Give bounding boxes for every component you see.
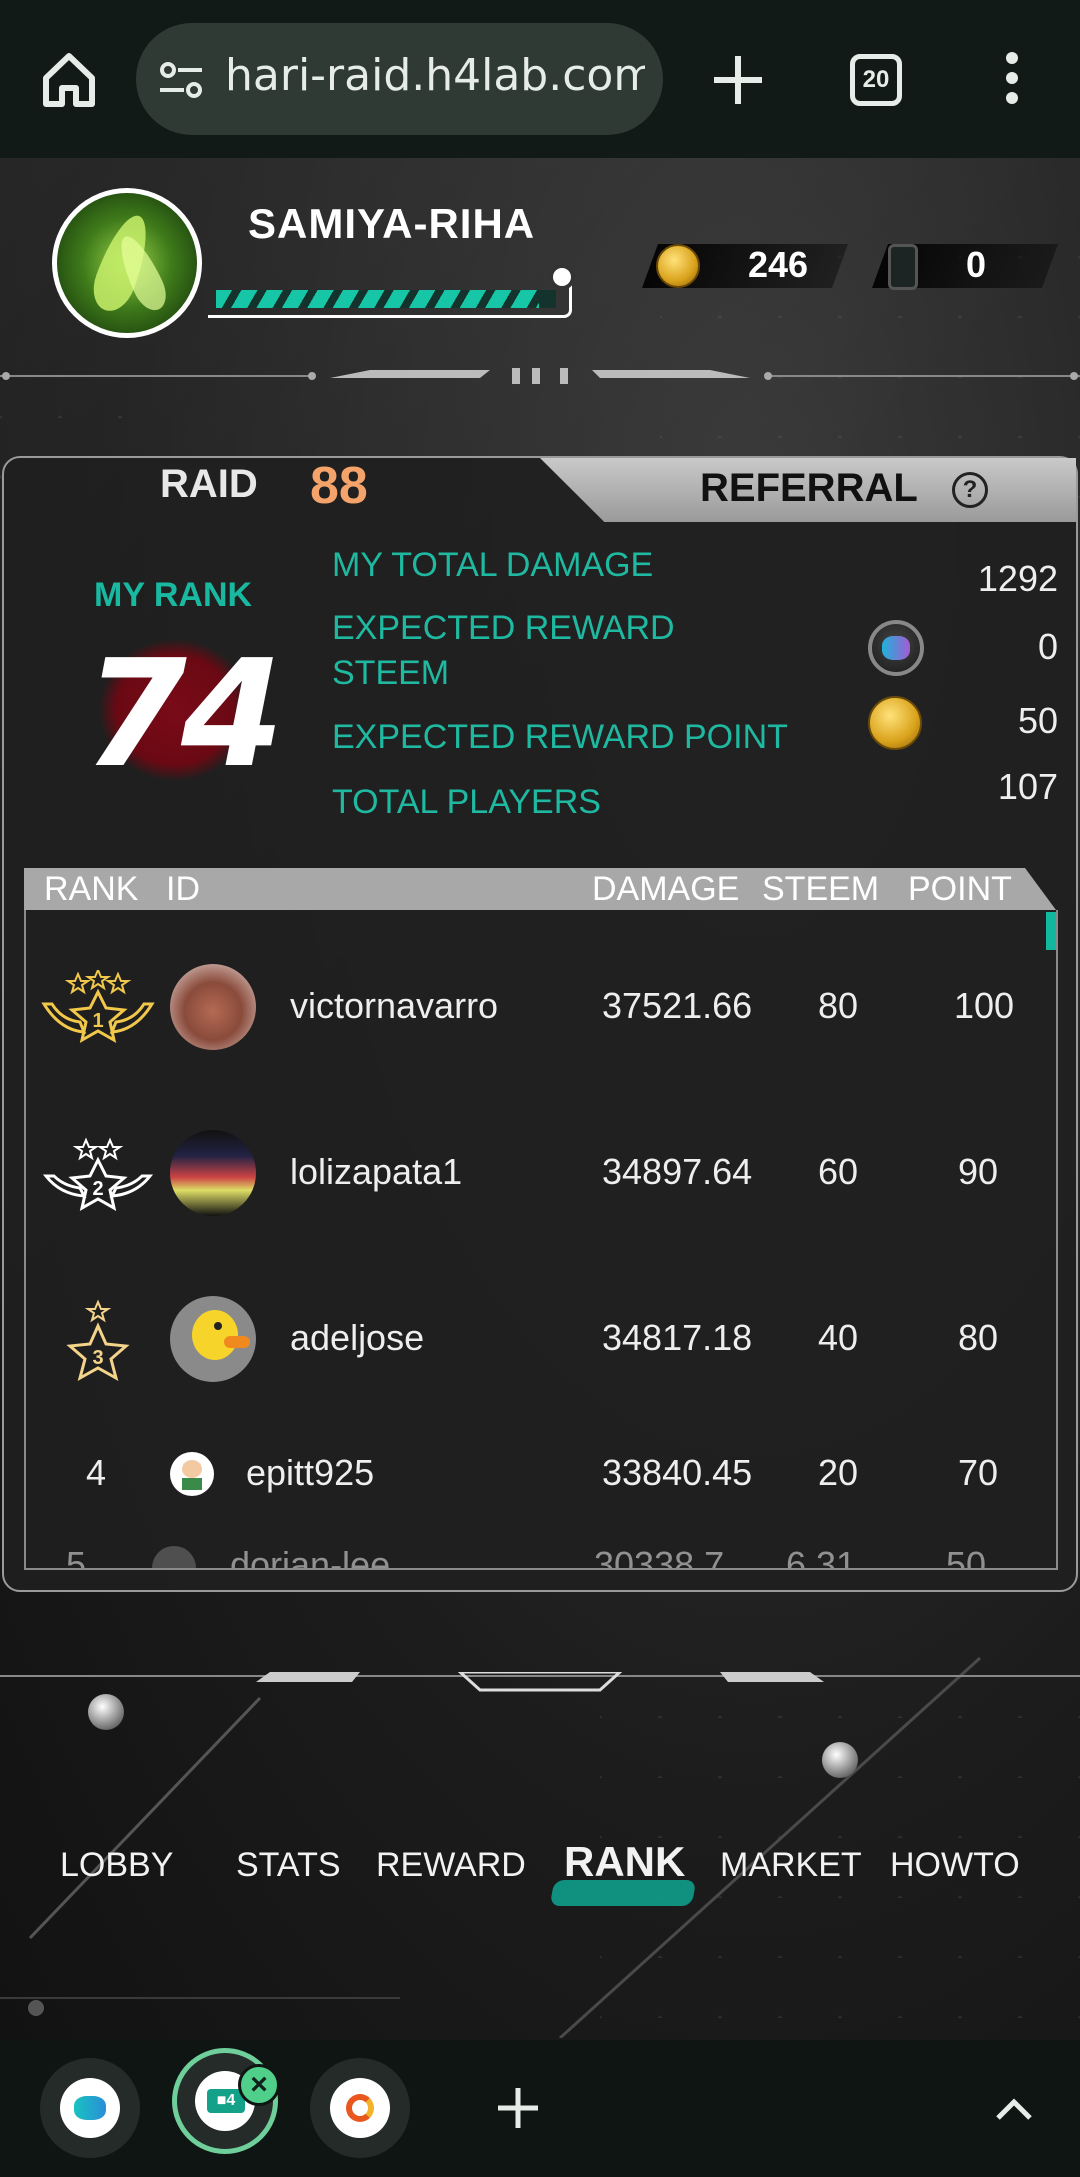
reward-steem-label: EXPECTED REWARD STEEM [332, 609, 675, 692]
row-point: 70 [958, 1452, 999, 1493]
header-steem: STEEM [762, 870, 880, 908]
help-icon[interactable]: ? [952, 472, 988, 508]
avatar[interactable] [170, 964, 256, 1050]
more-vert-icon[interactable] [1000, 52, 1024, 108]
silver-rank-badge-icon: 2 [42, 1137, 154, 1211]
tab-referral-label[interactable]: REFERRAL [700, 466, 918, 511]
rank-table-body[interactable]: 1 victornavarro 37521.66 80 100 2 loliza… [24, 910, 1058, 1570]
avatar[interactable] [152, 1546, 196, 1568]
row-id[interactable]: epitt925 [246, 1452, 374, 1494]
row-id[interactable]: lolizapata1 [290, 1151, 462, 1193]
point-coin-icon [868, 696, 922, 750]
svg-text:3: 3 [92, 1347, 103, 1369]
nav-market[interactable]: MARKET [720, 1846, 862, 1885]
row-point: 80 [958, 1317, 999, 1358]
nav-lobby[interactable]: LOBBY [60, 1846, 173, 1885]
header-rank: RANK [44, 870, 139, 908]
nav-reward[interactable]: REWARD [376, 1846, 526, 1885]
reward-point-value: 50 [1017, 700, 1058, 741]
tab-switcher-icon[interactable]: 20 [850, 54, 902, 106]
row-rank: 5 [66, 1544, 87, 1570]
avatar[interactable] [170, 1130, 256, 1216]
site-settings-icon[interactable] [158, 60, 204, 100]
header-damage: DAMAGE [592, 870, 740, 908]
svg-text:2: 2 [92, 1178, 103, 1200]
steem-icon [868, 620, 924, 676]
table-row[interactable]: 5 dorian-lee 30338.7 6.31 50 [26, 1544, 1056, 1570]
tab-strip [0, 2040, 1080, 2177]
row-steem: 6.31 [786, 1544, 857, 1570]
row-steem: 40 [818, 1317, 859, 1358]
gold-rank-badge-icon: 1 [41, 970, 155, 1043]
tab-raid[interactable]: RAID [160, 462, 258, 507]
row-id[interactable]: dorian-lee [230, 1544, 390, 1568]
player-avatar[interactable] [52, 188, 202, 338]
decor-orb [822, 1742, 858, 1778]
ticket-icon [888, 244, 918, 290]
nav-stats[interactable]: STATS [236, 1846, 341, 1885]
nav-rank[interactable]: RANK [564, 1838, 685, 1886]
xp-progress-bar [208, 264, 575, 318]
table-row[interactable]: 1 victornavarro 37521.66 80 100 [26, 960, 1056, 1070]
tab-count: 20 [862, 66, 890, 93]
add-tab-icon[interactable] [496, 2086, 540, 2130]
header-point: POINT [908, 870, 1012, 908]
svg-text:1: 1 [92, 1010, 103, 1032]
total-damage-label: MY TOTAL DAMAGE [332, 546, 654, 584]
avatar[interactable] [170, 1296, 256, 1382]
player-name: SAMIYA-RIHA [248, 200, 536, 247]
tickets-counter: 0 [871, 238, 1059, 294]
total-players-label: TOTAL PLAYERS [332, 783, 601, 821]
row-steem: 20 [818, 1452, 859, 1493]
row-id[interactable]: adeljose [290, 1317, 424, 1359]
row-damage: 34817.18 [602, 1317, 753, 1358]
tab-other[interactable] [310, 2058, 410, 2158]
reward-steem-value: 0 [1037, 626, 1058, 667]
row-rank: 4 [86, 1452, 107, 1493]
avatar[interactable] [170, 1452, 214, 1496]
header-divider [0, 368, 1080, 384]
nav-howto[interactable]: HOWTO [890, 1846, 1020, 1885]
row-damage: 30338.7 [594, 1544, 725, 1570]
xp-progress-knob [549, 264, 575, 290]
point-coin-icon [656, 244, 700, 288]
row-id[interactable]: victornavarro [290, 985, 498, 1027]
row-damage: 34897.64 [602, 1151, 753, 1192]
table-row[interactable]: 3 adeljose 34817.18 40 80 [26, 1292, 1056, 1402]
row-steem: 80 [818, 985, 859, 1026]
row-point: 100 [954, 985, 1015, 1026]
decor-orb [88, 1694, 124, 1730]
total-players-value: 107 [997, 766, 1058, 807]
points-counter: 246 [641, 238, 849, 294]
nav-divider [0, 1672, 1080, 1692]
my-rank-label: MY RANK [94, 576, 253, 614]
my-rank-value: 74 [84, 628, 284, 800]
points-value: 246 [748, 244, 809, 285]
total-damage-value: 1292 [977, 558, 1058, 599]
row-point: 50 [946, 1544, 987, 1570]
tickets-value: 0 [966, 244, 987, 285]
table-scrollbar[interactable] [1046, 912, 1056, 950]
table-row[interactable]: 2 lolizapata1 34897.64 60 90 [26, 1126, 1056, 1236]
header-id: ID [166, 870, 200, 908]
row-point: 90 [958, 1151, 999, 1192]
bronze-rank-badge-icon: 3 [66, 1299, 130, 1382]
row-steem: 60 [818, 1151, 859, 1192]
plus-icon[interactable] [710, 52, 766, 108]
row-damage: 37521.66 [602, 985, 753, 1026]
raid-number: 88 [310, 457, 368, 515]
tab-steemit[interactable] [40, 2058, 140, 2158]
reward-point-label: EXPECTED REWARD POINT [332, 718, 788, 756]
table-row[interactable]: 4 epitt925 33840.45 20 70 [26, 1440, 1056, 1520]
close-tab-icon[interactable]: × [238, 2064, 280, 2106]
row-damage: 33840.45 [602, 1452, 753, 1493]
url-text[interactable]: hari-raid.h4lab.com/r [225, 50, 645, 101]
chevron-up-icon[interactable] [994, 2096, 1034, 2124]
home-icon[interactable] [38, 48, 100, 110]
